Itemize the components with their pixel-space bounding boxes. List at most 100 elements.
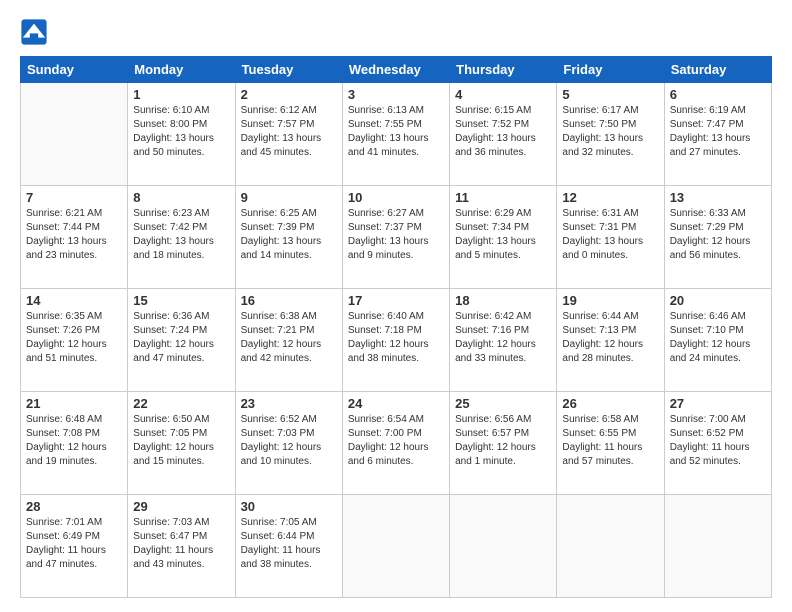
- page: SundayMondayTuesdayWednesdayThursdayFrid…: [0, 0, 792, 612]
- col-header-sunday: Sunday: [21, 57, 128, 83]
- day-info: Sunrise: 7:05 AM Sunset: 6:44 PM Dayligh…: [241, 516, 337, 572]
- day-info: Sunrise: 6:50 AM Sunset: 7:05 PM Dayligh…: [133, 413, 229, 469]
- calendar-cell: 22 Sunrise: 6:50 AM Sunset: 7:05 PM Dayli…: [128, 392, 235, 495]
- col-header-saturday: Saturday: [664, 57, 771, 83]
- calendar-cell: 26 Sunrise: 6:58 AM Sunset: 6:55 PM Dayli…: [557, 392, 664, 495]
- day-number: 1: [133, 87, 229, 102]
- calendar-cell: 9 Sunrise: 6:25 AM Sunset: 7:39 PM Daylig…: [235, 186, 342, 289]
- day-number: 30: [241, 499, 337, 514]
- day-info: Sunrise: 7:00 AM Sunset: 6:52 PM Dayligh…: [670, 413, 766, 469]
- day-number: 8: [133, 190, 229, 205]
- day-number: 16: [241, 293, 337, 308]
- day-info: Sunrise: 6:15 AM Sunset: 7:52 PM Dayligh…: [455, 104, 551, 160]
- calendar-cell: 17 Sunrise: 6:40 AM Sunset: 7:18 PM Dayli…: [342, 289, 449, 392]
- calendar-cell: 15Sunrise: 6:36 AM Sunset: 7:24 PM Dayli…: [128, 289, 235, 392]
- day-number: 7: [26, 190, 122, 205]
- day-info: Sunrise: 6:21 AM Sunset: 7:44 PM Dayligh…: [26, 207, 122, 263]
- day-info: Sunrise: 6:38 AM Sunset: 7:21 PM Dayligh…: [241, 310, 337, 366]
- day-number: 24: [348, 396, 444, 411]
- day-info: Sunrise: 6:44 AM Sunset: 7:13 PM Dayligh…: [562, 310, 658, 366]
- day-number: 22: [133, 396, 229, 411]
- day-number: 9: [241, 190, 337, 205]
- week-row-4: 21 Sunrise: 6:48 AM Sunset: 7:08 PM Dayli…: [21, 392, 772, 495]
- header: [20, 18, 772, 46]
- calendar-cell: 11 Sunrise: 6:29 AM Sunset: 7:34 PM Dayli…: [450, 186, 557, 289]
- day-info: Sunrise: 6:13 AM Sunset: 7:55 PM Dayligh…: [348, 104, 444, 160]
- calendar-cell: 6 Sunrise: 6:19 AM Sunset: 7:47 PM Daylig…: [664, 83, 771, 186]
- col-header-tuesday: Tuesday: [235, 57, 342, 83]
- col-header-thursday: Thursday: [450, 57, 557, 83]
- calendar-cell: [21, 83, 128, 186]
- logo-icon: [20, 18, 48, 46]
- calendar-cell: [557, 495, 664, 598]
- day-info: Sunrise: 7:01 AM Sunset: 6:49 PM Dayligh…: [26, 516, 122, 572]
- calendar-cell: [342, 495, 449, 598]
- calendar-cell: 21 Sunrise: 6:48 AM Sunset: 7:08 PM Dayli…: [21, 392, 128, 495]
- day-info: Sunrise: 7:03 AM Sunset: 6:47 PM Dayligh…: [133, 516, 229, 572]
- calendar-cell: 18Sunrise: 6:42 AM Sunset: 7:16 PM Dayli…: [450, 289, 557, 392]
- day-number: 13: [670, 190, 766, 205]
- calendar-cell: 12 Sunrise: 6:31 AM Sunset: 7:31 PM Dayli…: [557, 186, 664, 289]
- calendar-cell: 16 Sunrise: 6:38 AM Sunset: 7:21 PM Dayli…: [235, 289, 342, 392]
- day-number: 12: [562, 190, 658, 205]
- day-number: 4: [455, 87, 551, 102]
- calendar-cell: 7 Sunrise: 6:21 AM Sunset: 7:44 PM Daylig…: [21, 186, 128, 289]
- logo: [20, 18, 52, 46]
- calendar-cell: 28 Sunrise: 7:01 AM Sunset: 6:49 PM Dayli…: [21, 495, 128, 598]
- calendar-cell: 13Sunrise: 6:33 AM Sunset: 7:29 PM Dayli…: [664, 186, 771, 289]
- day-info: Sunrise: 6:56 AM Sunset: 6:57 PM Dayligh…: [455, 413, 551, 469]
- calendar-cell: 23 Sunrise: 6:52 AM Sunset: 7:03 PM Dayli…: [235, 392, 342, 495]
- day-number: 28: [26, 499, 122, 514]
- calendar-cell: 19 Sunrise: 6:44 AM Sunset: 7:13 PM Dayli…: [557, 289, 664, 392]
- week-row-5: 28 Sunrise: 7:01 AM Sunset: 6:49 PM Dayli…: [21, 495, 772, 598]
- calendar-cell: 2Sunrise: 6:12 AM Sunset: 7:57 PM Daylig…: [235, 83, 342, 186]
- day-info: Sunrise: 6:46 AM Sunset: 7:10 PM Dayligh…: [670, 310, 766, 366]
- day-number: 20: [670, 293, 766, 308]
- day-number: 29: [133, 499, 229, 514]
- day-info: Sunrise: 6:27 AM Sunset: 7:37 PM Dayligh…: [348, 207, 444, 263]
- day-number: 23: [241, 396, 337, 411]
- day-info: Sunrise: 6:23 AM Sunset: 7:42 PM Dayligh…: [133, 207, 229, 263]
- calendar-cell: 25 Sunrise: 6:56 AM Sunset: 6:57 PM Dayli…: [450, 392, 557, 495]
- day-number: 14: [26, 293, 122, 308]
- day-info: Sunrise: 6:31 AM Sunset: 7:31 PM Dayligh…: [562, 207, 658, 263]
- day-info: Sunrise: 6:29 AM Sunset: 7:34 PM Dayligh…: [455, 207, 551, 263]
- day-info: Sunrise: 6:58 AM Sunset: 6:55 PM Dayligh…: [562, 413, 658, 469]
- week-row-1: 1 Sunrise: 6:10 AM Sunset: 8:00 PM Daylig…: [21, 83, 772, 186]
- day-info: Sunrise: 6:25 AM Sunset: 7:39 PM Dayligh…: [241, 207, 337, 263]
- day-info: Sunrise: 6:35 AM Sunset: 7:26 PM Dayligh…: [26, 310, 122, 366]
- calendar-cell: [664, 495, 771, 598]
- calendar-cell: 4 Sunrise: 6:15 AM Sunset: 7:52 PM Daylig…: [450, 83, 557, 186]
- day-number: 26: [562, 396, 658, 411]
- day-number: 21: [26, 396, 122, 411]
- day-info: Sunrise: 6:48 AM Sunset: 7:08 PM Dayligh…: [26, 413, 122, 469]
- calendar-cell: 30 Sunrise: 7:05 AM Sunset: 6:44 PM Dayli…: [235, 495, 342, 598]
- day-number: 25: [455, 396, 551, 411]
- calendar-cell: 10 Sunrise: 6:27 AM Sunset: 7:37 PM Dayli…: [342, 186, 449, 289]
- calendar-cell: [450, 495, 557, 598]
- day-info: Sunrise: 6:40 AM Sunset: 7:18 PM Dayligh…: [348, 310, 444, 366]
- day-info: Sunrise: 6:52 AM Sunset: 7:03 PM Dayligh…: [241, 413, 337, 469]
- day-info: Sunrise: 6:10 AM Sunset: 8:00 PM Dayligh…: [133, 104, 229, 160]
- calendar-table: SundayMondayTuesdayWednesdayThursdayFrid…: [20, 56, 772, 598]
- day-number: 6: [670, 87, 766, 102]
- day-number: 27: [670, 396, 766, 411]
- day-number: 11: [455, 190, 551, 205]
- day-number: 19: [562, 293, 658, 308]
- calendar-cell: 5Sunrise: 6:17 AM Sunset: 7:50 PM Daylig…: [557, 83, 664, 186]
- calendar-cell: 29 Sunrise: 7:03 AM Sunset: 6:47 PM Dayli…: [128, 495, 235, 598]
- day-number: 17: [348, 293, 444, 308]
- col-header-friday: Friday: [557, 57, 664, 83]
- calendar-cell: 3 Sunrise: 6:13 AM Sunset: 7:55 PM Daylig…: [342, 83, 449, 186]
- day-info: Sunrise: 6:17 AM Sunset: 7:50 PM Dayligh…: [562, 104, 658, 160]
- calendar-cell: 14 Sunrise: 6:35 AM Sunset: 7:26 PM Dayli…: [21, 289, 128, 392]
- col-header-wednesday: Wednesday: [342, 57, 449, 83]
- calendar-cell: 27 Sunrise: 7:00 AM Sunset: 6:52 PM Dayli…: [664, 392, 771, 495]
- day-number: 18: [455, 293, 551, 308]
- day-info: Sunrise: 6:19 AM Sunset: 7:47 PM Dayligh…: [670, 104, 766, 160]
- day-number: 10: [348, 190, 444, 205]
- day-info: Sunrise: 6:54 AM Sunset: 7:00 PM Dayligh…: [348, 413, 444, 469]
- col-header-monday: Monday: [128, 57, 235, 83]
- calendar-cell: 20 Sunrise: 6:46 AM Sunset: 7:10 PM Dayli…: [664, 289, 771, 392]
- day-number: 3: [348, 87, 444, 102]
